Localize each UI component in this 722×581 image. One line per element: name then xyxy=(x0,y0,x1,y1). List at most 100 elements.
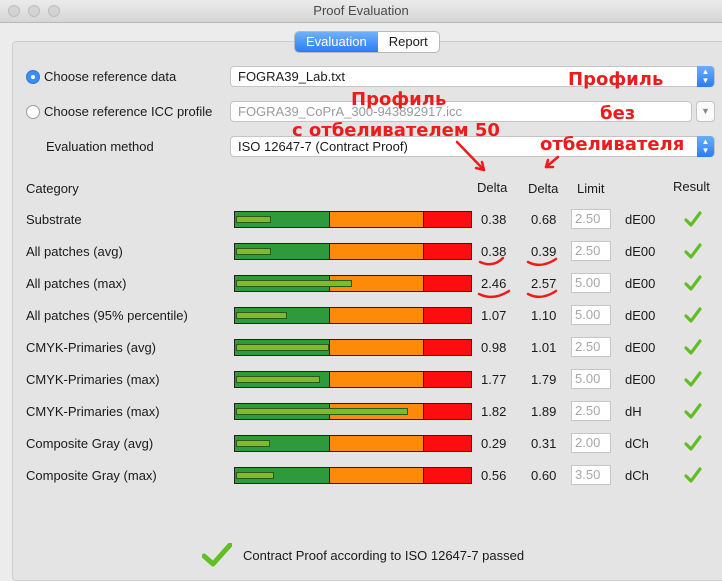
row-limit-field[interactable]: 5.00 xyxy=(571,305,611,325)
tolerance-bar xyxy=(234,435,472,452)
bar-green-zone xyxy=(235,436,330,451)
row-delta2: 1.79 xyxy=(531,372,557,387)
row-delta1: 1.07 xyxy=(481,308,507,323)
limit-header: Limit xyxy=(577,181,605,196)
row-category: Substrate xyxy=(26,212,82,227)
bar-orange-zone xyxy=(330,372,424,387)
tolerance-bar xyxy=(234,403,472,420)
row-delta1: 0.29 xyxy=(481,436,507,451)
row-unit: dH xyxy=(625,404,642,419)
tolerance-bar xyxy=(234,275,472,292)
bar-orange-zone xyxy=(330,308,424,323)
bar-green-zone xyxy=(235,372,330,387)
row-limit-field[interactable]: 3.50 xyxy=(571,465,611,485)
check-icon xyxy=(684,243,702,259)
row-category: All patches (avg) xyxy=(26,244,123,259)
tolerance-bar xyxy=(234,307,472,324)
bar-red-zone xyxy=(424,372,471,387)
bar-red-zone xyxy=(424,468,471,483)
row-unit: dE00 xyxy=(625,340,656,355)
check-icon xyxy=(684,467,702,483)
bar-green-zone xyxy=(235,308,330,323)
row-limit-field[interactable]: 2.00 xyxy=(571,433,611,453)
row-unit: dCh xyxy=(625,436,649,451)
tolerance-bar xyxy=(234,339,472,356)
check-icon xyxy=(684,275,702,291)
row-limit-field[interactable]: 2.50 xyxy=(571,401,611,421)
check-icon xyxy=(684,211,702,227)
delta1-header: Delta xyxy=(477,180,508,195)
bar-level xyxy=(236,408,408,415)
check-icon xyxy=(684,371,702,387)
row-limit-field[interactable]: 2.50 xyxy=(571,337,611,357)
row-delta2: 0.39 xyxy=(531,244,557,259)
row-delta1: 2.46 xyxy=(481,276,507,291)
row-delta2: 2.57 xyxy=(531,276,557,291)
arrow-left-icon xyxy=(455,140,486,172)
bar-red-zone xyxy=(424,244,471,259)
row-delta2: 1.89 xyxy=(531,404,557,419)
bar-green-zone xyxy=(235,468,330,483)
bar-orange-zone xyxy=(330,212,424,227)
bar-red-zone xyxy=(424,276,471,291)
row-delta1: 0.98 xyxy=(481,340,507,355)
bar-level xyxy=(236,440,270,447)
row-delta1: 0.38 xyxy=(481,212,507,227)
row-unit: dCh xyxy=(625,468,649,483)
row-delta2: 0.60 xyxy=(531,468,557,483)
bar-level xyxy=(236,472,274,479)
bar-red-zone xyxy=(424,340,471,355)
underline-delta1-max xyxy=(477,289,511,299)
check-icon xyxy=(684,435,702,451)
bar-level xyxy=(236,280,352,287)
row-limit-field[interactable]: 2.50 xyxy=(571,209,611,229)
bar-level xyxy=(236,376,320,383)
bar-green-zone xyxy=(235,340,330,355)
row-delta2: 1.01 xyxy=(531,340,557,355)
bar-level xyxy=(236,248,271,255)
bar-orange-zone xyxy=(330,436,424,451)
bar-green-zone xyxy=(235,212,330,227)
bar-red-zone xyxy=(424,212,471,227)
row-unit: dE00 xyxy=(625,212,656,227)
row-unit: dE00 xyxy=(625,276,656,291)
status-message: Contract Proof according to ISO 12647-7 … xyxy=(243,548,525,563)
row-delta2: 1.10 xyxy=(531,308,557,323)
row-delta2: 0.68 xyxy=(531,212,557,227)
tolerance-bar xyxy=(234,211,472,228)
bar-level xyxy=(236,312,287,319)
row-category: CMYK-Primaries (max) xyxy=(26,372,160,387)
bar-level xyxy=(236,344,329,351)
bar-green-zone xyxy=(235,244,330,259)
bar-red-zone xyxy=(424,404,471,419)
bar-green-zone xyxy=(235,276,352,291)
row-unit: dE00 xyxy=(625,244,656,259)
row-delta1: 1.77 xyxy=(481,372,507,387)
row-category: All patches (max) xyxy=(26,276,127,291)
bar-orange-zone xyxy=(330,244,424,259)
bar-green-zone xyxy=(235,404,408,419)
row-limit-field[interactable]: 2.50 xyxy=(571,241,611,261)
row-unit: dE00 xyxy=(625,372,656,387)
delta2-header: Delta xyxy=(528,181,559,196)
bar-red-zone xyxy=(424,308,471,323)
check-icon xyxy=(684,307,702,323)
bar-red-zone xyxy=(424,436,471,451)
row-category: All patches (95% percentile) xyxy=(26,308,188,323)
result-header: Result xyxy=(673,179,710,194)
bar-orange-zone xyxy=(330,340,424,355)
row-category: CMYK-Primaries (avg) xyxy=(26,340,157,355)
row-delta1: 1.82 xyxy=(481,404,507,419)
passed-check-icon xyxy=(202,543,232,567)
row-limit-field[interactable]: 5.00 xyxy=(571,273,611,293)
underline-delta2-avg xyxy=(526,257,558,267)
row-category: Composite Gray (avg) xyxy=(26,436,154,451)
row-limit-field[interactable]: 5.00 xyxy=(571,369,611,389)
check-icon xyxy=(684,403,702,419)
bar-orange-zone xyxy=(330,468,424,483)
underline-delta2-max xyxy=(526,289,558,299)
bar-level xyxy=(236,216,271,223)
tolerance-bar xyxy=(234,371,472,388)
row-category: Composite Gray (max) xyxy=(26,468,157,483)
category-header: Category xyxy=(26,181,79,196)
